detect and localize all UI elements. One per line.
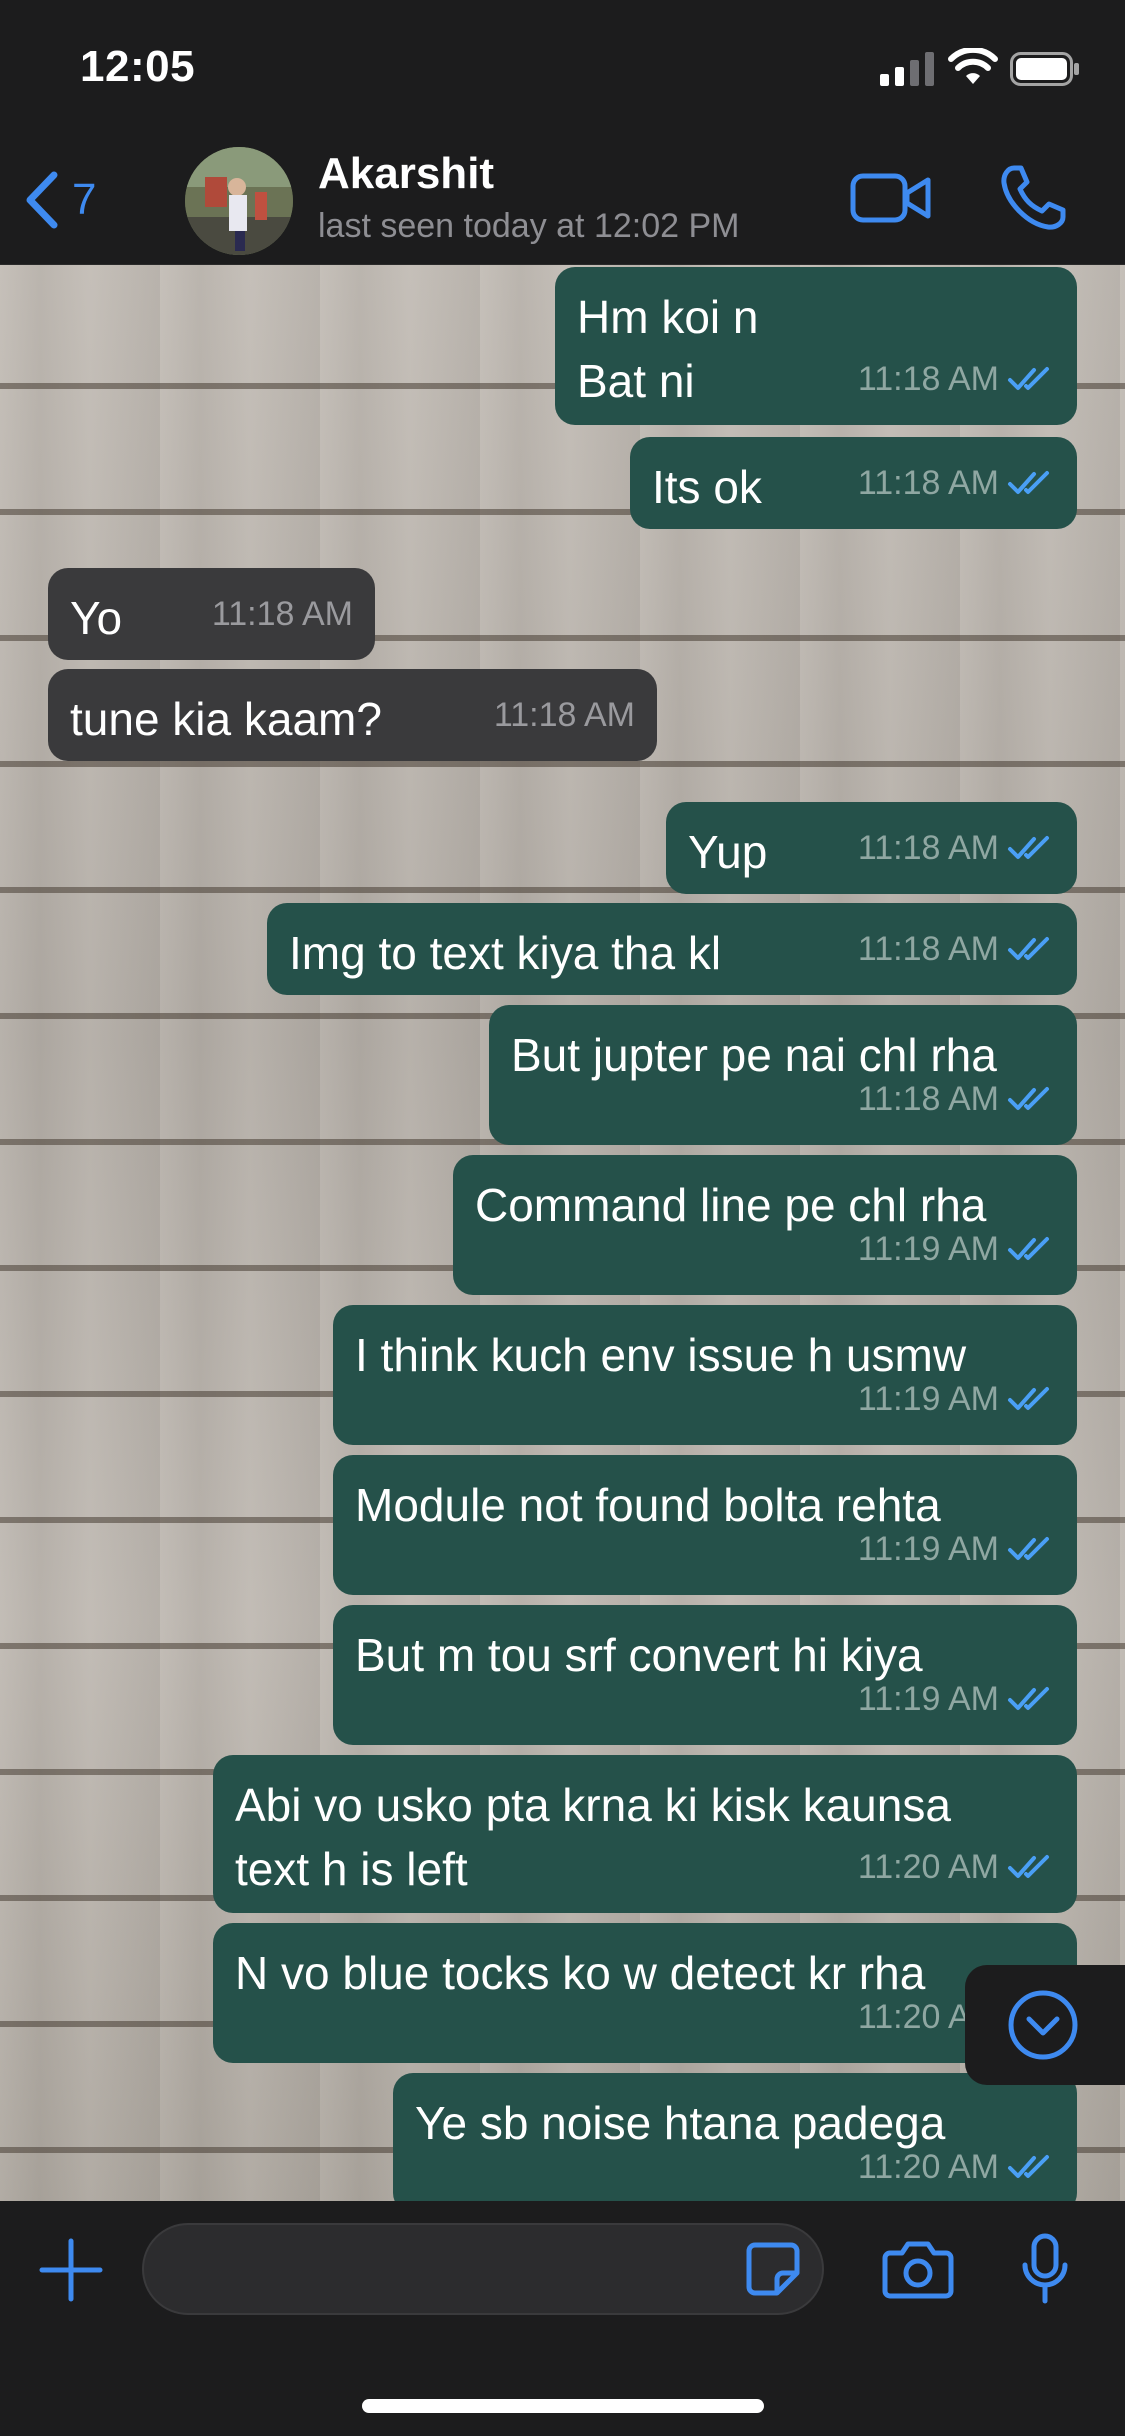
message-time: 11:20 AM — [857, 2148, 999, 2186]
message-time: 11:19 AM — [857, 1380, 999, 1418]
double-check-icon — [1008, 367, 1049, 390]
message-bubble[interactable]: But m tou srf convert hi kiya 11:19 AM — [333, 1605, 1077, 1745]
message-bubble[interactable]: Ye sb noise htana padega 11:20 AM — [393, 2073, 1077, 2201]
unread-count: 7 — [72, 175, 97, 224]
message-meta: 11:18 AM — [858, 917, 1055, 981]
message-meta: 11:18 AM — [858, 451, 1055, 515]
message-meta: 11:19 AM — [858, 1517, 1055, 1581]
double-check-icon — [1008, 937, 1049, 960]
message-meta: 11:18 AM — [212, 582, 353, 646]
message-time: 11:18 AM — [857, 464, 999, 502]
message-meta: 11:19 AM — [858, 1217, 1055, 1281]
double-check-icon — [1008, 1537, 1049, 1560]
plus-icon[interactable] — [38, 2237, 104, 2303]
chat-header: 7 Akarshit last seen today at 12:02 PM — [0, 135, 1125, 265]
home-indicator — [362, 2399, 764, 2413]
status-time: 12:05 — [80, 42, 196, 91]
message-time: 11:18 AM — [857, 360, 999, 398]
status-bar: 12:05 — [0, 0, 1125, 135]
message-bubble[interactable]: Module not found bolta rehta 11:19 AM — [333, 1455, 1077, 1595]
phone-call-icon[interactable] — [998, 163, 1068, 233]
message-bubble[interactable]: But jupter pe nai chl rha 11:18 AM — [489, 1005, 1077, 1145]
message-bubble[interactable]: tune kia kaam? 11:18 AM — [48, 669, 657, 761]
message-bubble[interactable]: Yup 11:18 AM — [666, 802, 1077, 894]
microphone-icon[interactable] — [1020, 2233, 1070, 2305]
message-input[interactable] — [142, 2223, 824, 2315]
message-bubble[interactable]: Yo 11:18 AM — [48, 568, 375, 660]
message-time: 11:18 AM — [857, 829, 999, 867]
contact-name[interactable]: Akarshit — [318, 149, 494, 199]
scroll-to-bottom-button[interactable] — [965, 1965, 1125, 2085]
double-check-icon — [1008, 1387, 1049, 1410]
message-bubble[interactable]: Its ok 11:18 AM — [630, 437, 1077, 529]
message-time: 11:19 AM — [857, 1680, 999, 1718]
message-meta: 11:19 AM — [858, 1367, 1055, 1431]
scroll-down-icon — [1008, 1990, 1078, 2060]
message-meta: 11:20 AM — [858, 2135, 1055, 2199]
message-bubble[interactable]: Abi vo usko pta krna ki kisk kaunsa text… — [213, 1755, 1077, 1913]
message-time: 11:18 AM — [493, 696, 635, 734]
contact-last-seen: last seen today at 12:02 PM — [318, 207, 740, 245]
contact-avatar[interactable] — [185, 147, 293, 255]
message-bubble[interactable]: Command line pe chl rha 11:19 AM — [453, 1155, 1077, 1295]
wifi-icon — [948, 48, 998, 84]
message-bubble[interactable]: I think kuch env issue h usmw 11:19 AM — [333, 1305, 1077, 1445]
double-check-icon — [1008, 1687, 1049, 1710]
double-check-icon — [1008, 471, 1049, 494]
message-bubble[interactable]: Hm koi n Bat ni 11:18 AM — [555, 267, 1077, 425]
cellular-signal-icon — [880, 52, 934, 86]
message-time: 11:18 AM — [211, 595, 353, 633]
battery-icon — [1010, 52, 1079, 86]
camera-icon[interactable] — [882, 2239, 954, 2299]
message-meta: 11:19 AM — [858, 1667, 1055, 1731]
message-bubble[interactable]: Img to text kiya tha kl 11:18 AM — [267, 903, 1077, 995]
double-check-icon — [1008, 1855, 1049, 1878]
back-chevron-icon — [26, 171, 58, 229]
back-button[interactable]: 7 — [20, 165, 96, 235]
message-time: 11:19 AM — [857, 1230, 999, 1268]
message-time: 11:18 AM — [857, 930, 999, 968]
double-check-icon — [1008, 1237, 1049, 1260]
message-time: 11:19 AM — [857, 1530, 999, 1568]
message-list[interactable]: Hm koi n Bat ni 11:18 AM Its ok 11:18 AM… — [0, 265, 1125, 2201]
message-meta: 11:18 AM — [494, 683, 635, 747]
video-call-icon[interactable] — [850, 168, 932, 228]
message-time: 11:18 AM — [857, 1080, 999, 1118]
double-check-icon — [1008, 836, 1049, 859]
message-meta: 11:18 AM — [858, 816, 1055, 880]
message-meta: 11:18 AM — [858, 347, 1055, 411]
composer-bar — [0, 2201, 1125, 2436]
avatar-photo-icon — [185, 147, 293, 255]
sticker-icon[interactable] — [745, 2241, 801, 2297]
double-check-icon — [1008, 2155, 1049, 2178]
message-bubble[interactable]: N vo blue tocks ko w detect kr rha 11:20… — [213, 1923, 1077, 2063]
message-time: 11:20 AM — [857, 1848, 999, 1886]
message-meta: 11:20 AM — [858, 1835, 1055, 1899]
double-check-icon — [1008, 1087, 1049, 1110]
message-meta: 11:18 AM — [858, 1067, 1055, 1131]
